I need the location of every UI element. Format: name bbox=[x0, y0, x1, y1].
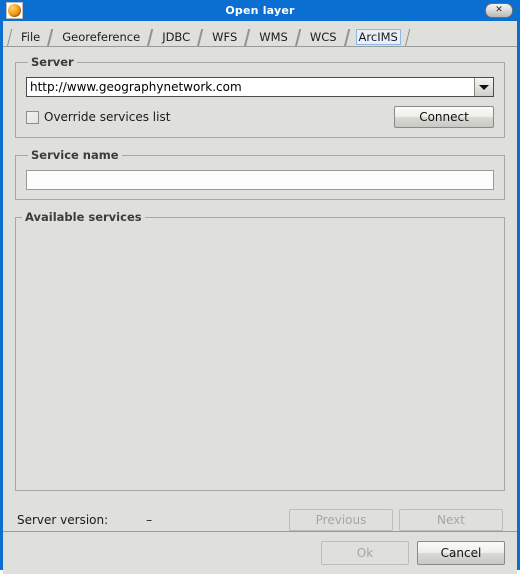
title-bar: Open layer ✕ bbox=[3, 0, 517, 21]
server-url-input[interactable]: http://www.geographynetwork.com bbox=[27, 78, 474, 96]
previous-button[interactable]: Previous bbox=[289, 509, 393, 531]
tab-label: Georeference bbox=[62, 30, 141, 44]
window-title: Open layer bbox=[225, 4, 295, 17]
tab-strip: File Georeference JDBC WFS WMS WCS ArcIM… bbox=[3, 21, 517, 47]
service-name-group: Service name bbox=[15, 148, 505, 200]
tab-jdbc[interactable]: JDBC bbox=[150, 27, 200, 47]
available-services-list[interactable] bbox=[20, 228, 500, 486]
tab-label: WCS bbox=[309, 30, 337, 44]
tab-label: WMS bbox=[259, 30, 288, 44]
server-group-legend: Server bbox=[31, 55, 74, 69]
tab-label: JDBC bbox=[162, 30, 191, 44]
service-name-group-legend: Service name bbox=[31, 148, 119, 162]
service-name-input[interactable] bbox=[26, 170, 494, 190]
next-button[interactable]: Next bbox=[399, 509, 503, 531]
server-version-value: – bbox=[146, 513, 153, 527]
tab-wms[interactable]: WMS bbox=[247, 27, 298, 47]
connect-button[interactable]: Connect bbox=[394, 106, 494, 128]
server-url-combobox[interactable]: http://www.geographynetwork.com bbox=[26, 77, 494, 97]
server-options-row: Override services list Connect bbox=[26, 106, 494, 128]
tab-georeference[interactable]: Georeference bbox=[50, 27, 150, 47]
override-services-list-label: Override services list bbox=[44, 110, 171, 124]
ok-button[interactable]: Ok bbox=[321, 541, 409, 565]
checkbox-box[interactable] bbox=[26, 110, 39, 124]
available-services-legend: Available services bbox=[25, 210, 142, 224]
app-globe-icon bbox=[6, 2, 23, 19]
override-services-list-checkbox[interactable]: Override services list bbox=[26, 110, 170, 124]
dialog-footer: Ok Cancel bbox=[3, 531, 517, 574]
tab-file[interactable]: File bbox=[9, 27, 50, 47]
server-group: Server http://www.geographynetwork.com O… bbox=[15, 55, 505, 138]
tab-label: ArcIMS bbox=[355, 29, 401, 45]
chevron-down-icon[interactable] bbox=[474, 78, 493, 96]
cancel-button[interactable]: Cancel bbox=[417, 541, 505, 565]
pager-buttons: Previous Next bbox=[289, 509, 503, 531]
status-row: Server version: – Previous Next bbox=[15, 509, 505, 531]
dialog-content: Server http://www.geographynetwork.com O… bbox=[3, 47, 517, 531]
tab-wcs[interactable]: WCS bbox=[298, 27, 347, 47]
server-version-label: Server version: bbox=[17, 513, 109, 527]
tab-label: File bbox=[21, 30, 41, 44]
tab-label: WFS bbox=[212, 30, 238, 44]
tab-wfs[interactable]: WFS bbox=[200, 27, 247, 47]
available-services-group: Available services bbox=[15, 210, 505, 491]
close-icon[interactable]: ✕ bbox=[485, 3, 513, 18]
tab-arcims[interactable]: ArcIMS bbox=[347, 27, 408, 47]
open-layer-dialog: Open layer ✕ File Georeference JDBC WFS … bbox=[0, 0, 520, 574]
